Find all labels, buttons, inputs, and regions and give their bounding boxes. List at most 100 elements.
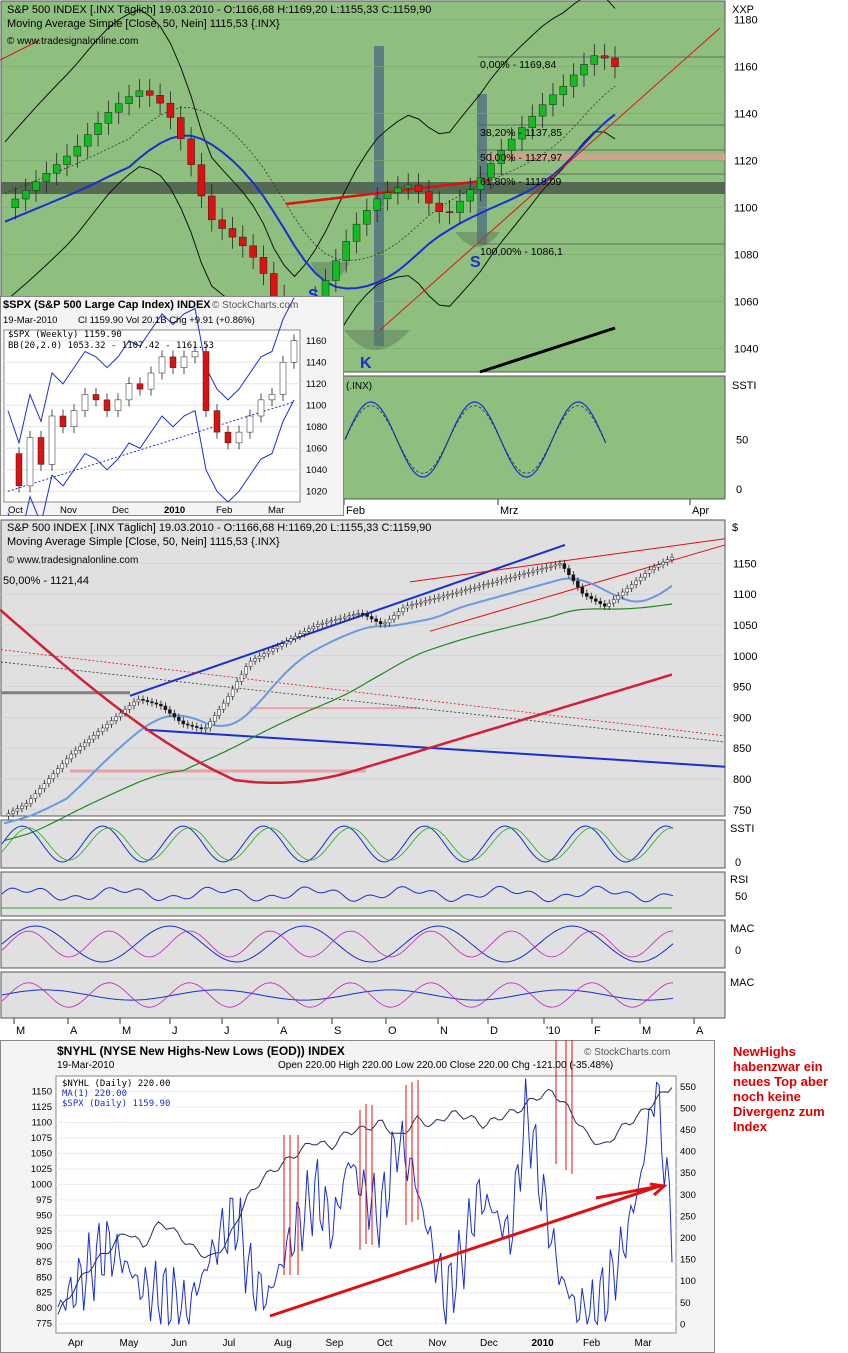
top-candle [156,95,164,104]
top-x-label: Mrz [500,505,518,517]
inset-candle [268,394,276,401]
top-candle [32,181,40,191]
inset-legend2: BB(20,2.0) 1053.32 - 1107.42 - 1161.53 [8,341,214,351]
bottom-quote: Open 220.00 High 220.00 Low 220.00 Close… [278,1060,613,1071]
top-candle [208,195,216,221]
mid-candle [526,572,531,574]
top-candle [135,90,144,97]
bottom-legend3: $SPX (Daily) 1159.90 [62,1099,170,1109]
top-candle [528,115,537,128]
top-symbol-label: XXP [732,4,754,16]
inset-candle [235,431,243,444]
mid-candle [195,726,199,728]
mid-candle [78,746,82,751]
mid-candle [320,622,325,625]
inset-y-tick-label: 1040 [306,465,327,476]
inset-y-tick-label: 1060 [306,443,327,454]
mid-candle [20,805,24,809]
mid-candle [342,616,347,619]
inset-x-label: Mar [268,505,284,516]
top-candle [435,202,443,213]
inset-candle [202,351,210,411]
mid-candle [271,648,275,652]
mid-candle [248,660,253,667]
mid-currency-label: $ [732,522,738,534]
inset-legend1: $SPX (Weekly) 1159.90 [8,330,122,340]
top-candle [21,190,30,200]
inset-candle [147,372,155,390]
mid-candle [338,617,342,620]
top-candle [394,187,402,194]
mid-candle [15,808,20,812]
top-candle [83,134,92,147]
top-candle [363,210,371,225]
bottom-left-tick: 875 [36,1257,52,1268]
mid-candle [199,727,204,730]
bottom-left-tick: 1100 [32,1117,52,1128]
bottom-right-tick: 350 [680,1168,696,1179]
mid-candle [356,613,360,615]
top-fib-label: 0,00% - 1169,84 [480,59,556,71]
bottom-x-label: Oct [377,1338,393,1349]
top-y-tick-label: 1120 [734,156,758,168]
mid-candle [163,705,168,710]
mid-candle [495,580,499,583]
mid-x-label: D [490,1025,498,1037]
top-candle [352,223,361,242]
mid-candle [522,573,526,576]
inset-y-tick-label: 1080 [306,422,327,433]
mid-candle [419,601,423,604]
inset-candle [59,415,67,427]
mid-candle [513,575,517,578]
inset-x-label: Oct [8,505,23,516]
mid-candle [244,666,248,675]
inset-candle [26,437,34,487]
mid-header-line2: Moving Average Simple [Close, 50, Nein] … [7,536,280,548]
mid-candle [455,591,459,594]
top-candle [94,122,102,135]
inset-y-tick-label: 1120 [306,379,326,390]
top-candle [580,64,588,76]
mid-candle [396,611,401,616]
mid-x-label: A [696,1025,704,1037]
mid-candle [280,643,284,647]
mid-candle [266,650,271,654]
mid-ssti-panel [0,819,726,869]
bottom-right-tick: 550 [680,1082,696,1093]
mid-candle [47,778,51,784]
mid-candle [378,621,383,625]
mid-y-tick-label: 750 [733,805,751,817]
mid-candle [383,622,387,625]
inset-candle [191,351,199,358]
mid-candle [123,709,127,714]
bottom-x-label: Feb [583,1338,601,1349]
top-candle [187,138,195,165]
inset-y-tick-label: 1140 [306,357,326,368]
mid-x-label: A [280,1025,288,1037]
mid-candle [616,595,620,600]
inset-date: 19-Mar-2010 [3,315,57,326]
mid-osc-tick: 0 [735,857,741,869]
mid-x-label: '10 [546,1025,560,1037]
top-fib-label: 50,00% - 1127,97 [480,152,562,164]
mid-source: © www.tradesignalonline.com [7,555,138,566]
mid-y-tick-label: 900 [733,712,751,724]
mid-header-line1: S&P 500 INDEX [.INX Täglich] 19.03.2010 … [7,522,431,534]
mid-x-label: M [642,1025,651,1037]
inset-candle [114,399,122,411]
vertical-marker-bar [477,94,487,244]
mid-candle [625,588,629,593]
inset-candle [290,340,298,363]
top-source: © www.tradesignalonline.com [7,36,138,47]
top-y-tick-label: 1140 [734,109,758,121]
mid-candle [293,636,298,639]
mid-candle [217,709,221,716]
top-candle [342,241,350,262]
mid-candle [441,595,446,598]
mid-candle [589,596,594,600]
inset-candle [70,410,78,427]
top-candle [414,184,423,193]
bottom-left-tick: 900 [36,1241,52,1252]
inset-x-label: 2010 [164,505,185,516]
mid-candle [508,577,513,579]
